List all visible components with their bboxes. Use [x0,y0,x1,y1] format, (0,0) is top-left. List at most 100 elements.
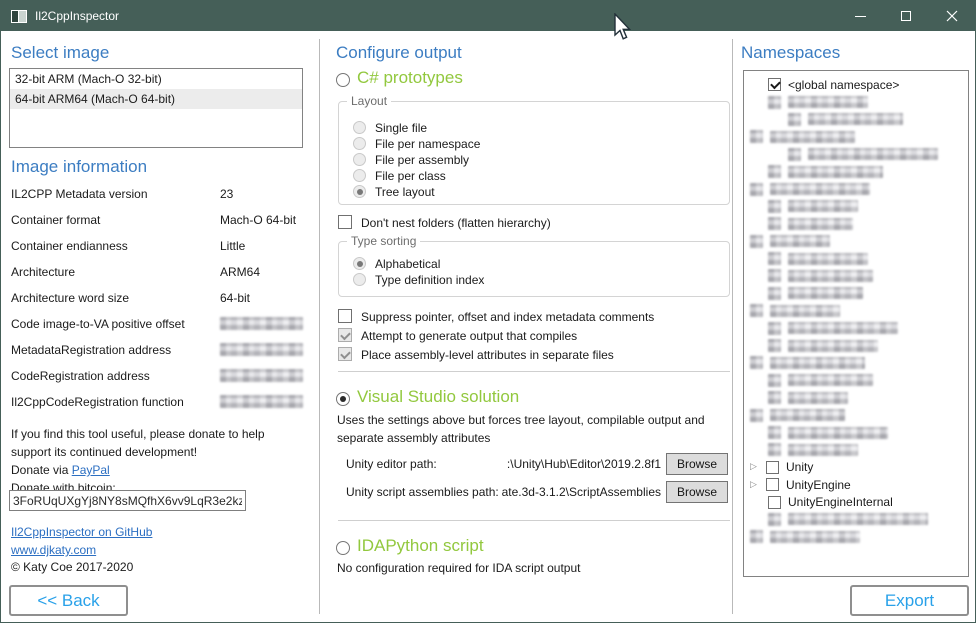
namespace-item[interactable]: ▷UnityEngine [744,476,968,493]
unity-script-path-value: ate.3d-3.1.2\ScriptAssemblies [471,485,661,499]
layout-file-per-class-radio[interactable] [353,169,366,182]
namespace-label: <global namespace> [788,78,899,92]
bitcoin-address-input[interactable] [9,490,246,511]
layout-file-per-class-label[interactable]: File per class [375,169,446,183]
titlebar[interactable]: Il2CppInspector [1,1,975,31]
namespace-item-redacted[interactable] [744,233,968,250]
assembly-attributes-checkbox[interactable] [338,347,352,361]
ida-description: No configuration required for IDA script… [337,561,580,575]
namespace-item-redacted[interactable] [744,215,968,232]
namespace-item-redacted[interactable] [744,111,968,128]
layout-single-file-radio[interactable] [353,121,366,134]
paypal-link[interactable]: PayPal [72,463,110,477]
flatten-hierarchy-label[interactable]: Don't nest folders (flatten hierarchy) [361,216,551,230]
maximize-button[interactable] [883,1,929,31]
namespace-item-redacted[interactable] [744,424,968,441]
layout-tree-layout-radio[interactable] [353,185,366,198]
suppress-metadata-checkbox[interactable] [338,309,352,323]
namespace-label-redacted [788,322,898,334]
layout-file-per-namespace-radio[interactable] [353,137,366,150]
namespace-item-redacted[interactable] [744,285,968,302]
namespace-item[interactable]: UnityEngineInternal [744,493,968,510]
namespace-item-redacted[interactable] [744,267,968,284]
namespace-item[interactable]: <global namespace> [744,76,968,93]
namespace-item-redacted[interactable] [744,180,968,197]
github-link[interactable]: Il2CppInspector on GitHub [11,525,152,539]
namespace-checkbox[interactable] [766,478,779,491]
image-info-heading: Image information [11,157,147,177]
namespace-label-redacted [788,392,848,404]
visual-studio-label[interactable]: Visual Studio solution [357,387,519,407]
info-value-redacted [220,369,303,382]
namespace-item-redacted[interactable] [744,146,968,163]
idapython-label[interactable]: IDAPython script [357,536,484,556]
layout-group-label: Layout [347,94,391,108]
website-link[interactable]: www.djkaty.com [11,543,96,557]
expander-icon[interactable]: ▷ [750,462,762,472]
visual-studio-radio[interactable] [336,392,350,406]
namespace-checkbox-redacted [768,374,781,387]
namespace-item-redacted[interactable] [744,406,968,423]
minimize-icon [855,16,866,17]
namespace-item-redacted[interactable] [744,128,968,145]
layout-tree-layout-label[interactable]: Tree layout [375,185,435,199]
namespace-checkbox-redacted [768,287,781,300]
layout-file-per-assembly-label[interactable]: File per assembly [375,153,469,167]
close-icon [946,10,958,22]
info-label: Il2CppCodeRegistration function [11,395,220,409]
flatten-hierarchy-checkbox[interactable] [338,215,352,229]
namespace-checkbox-redacted [750,304,763,317]
namespace-checkbox-redacted [768,339,781,352]
namespace-item-redacted[interactable] [744,302,968,319]
namespace-item-redacted[interactable] [744,441,968,458]
namespace-item-redacted[interactable] [744,93,968,110]
namespace-checkbox-redacted [768,217,781,230]
namespace-item-redacted[interactable] [744,337,968,354]
namespace-item-redacted[interactable] [744,354,968,371]
browse-editor-button[interactable]: Browse [666,453,728,475]
namespace-item-redacted[interactable] [744,389,968,406]
assembly-attributes-label[interactable]: Place assembly-level attributes in separ… [361,348,614,362]
suppress-metadata-label[interactable]: Suppress pointer, offset and index metad… [361,310,654,324]
namespace-item-redacted[interactable] [744,198,968,215]
image-listbox: 32-bit ARM (Mach-O 32-bit) 64-bit ARM64 … [9,68,303,148]
namespace-item[interactable]: ▷ Unity [744,459,968,476]
info-label: Architecture [11,265,220,279]
namespace-item-redacted[interactable] [744,163,968,180]
namespace-checkbox-redacted [768,252,781,265]
sorting-alphabetical-label[interactable]: Alphabetical [375,257,440,271]
back-button[interactable]: << Back [9,585,128,616]
namespace-checkbox-redacted [768,322,781,335]
layout-file-per-assembly-radio[interactable] [353,153,366,166]
copyright-text: © Katy Coe 2017-2020 [11,560,133,574]
expander-icon[interactable]: ▷ [750,480,762,490]
compilable-output-checkbox[interactable] [338,328,352,342]
layout-file-per-namespace-label[interactable]: File per namespace [375,137,480,151]
sorting-alphabetical-radio[interactable] [353,257,366,270]
idapython-radio[interactable] [336,541,350,555]
namespace-item-redacted[interactable] [744,319,968,336]
csharp-prototypes-radio[interactable] [336,73,350,87]
export-button[interactable]: Export [850,585,969,616]
image-list-item[interactable]: 32-bit ARM (Mach-O 32-bit) [10,69,302,89]
namespace-item-redacted[interactable] [744,250,968,267]
namespace-checkbox[interactable] [766,461,779,474]
namespace-checkbox-redacted [768,269,781,282]
csharp-prototypes-label[interactable]: C# prototypes [357,68,463,88]
namespace-checkbox[interactable] [768,496,781,509]
browse-script-button[interactable]: Browse [666,481,728,503]
namespace-item-redacted[interactable] [744,372,968,389]
close-button[interactable] [929,1,975,31]
sorting-type-index-radio[interactable] [353,273,366,286]
namespace-item-redacted[interactable] [744,528,968,545]
info-value-redacted [220,343,303,356]
namespace-label: Unity [786,460,813,474]
compilable-output-label[interactable]: Attempt to generate output that compiles [361,329,577,343]
image-list-item[interactable]: 64-bit ARM64 (Mach-O 64-bit) [10,89,302,109]
minimize-button[interactable] [837,1,883,31]
namespace-checkbox[interactable] [768,78,781,91]
namespace-item-redacted[interactable] [744,511,968,528]
layout-single-file-label[interactable]: Single file [375,121,427,135]
sorting-type-index-label[interactable]: Type definition index [375,273,484,287]
namespace-label-redacted [770,357,865,369]
